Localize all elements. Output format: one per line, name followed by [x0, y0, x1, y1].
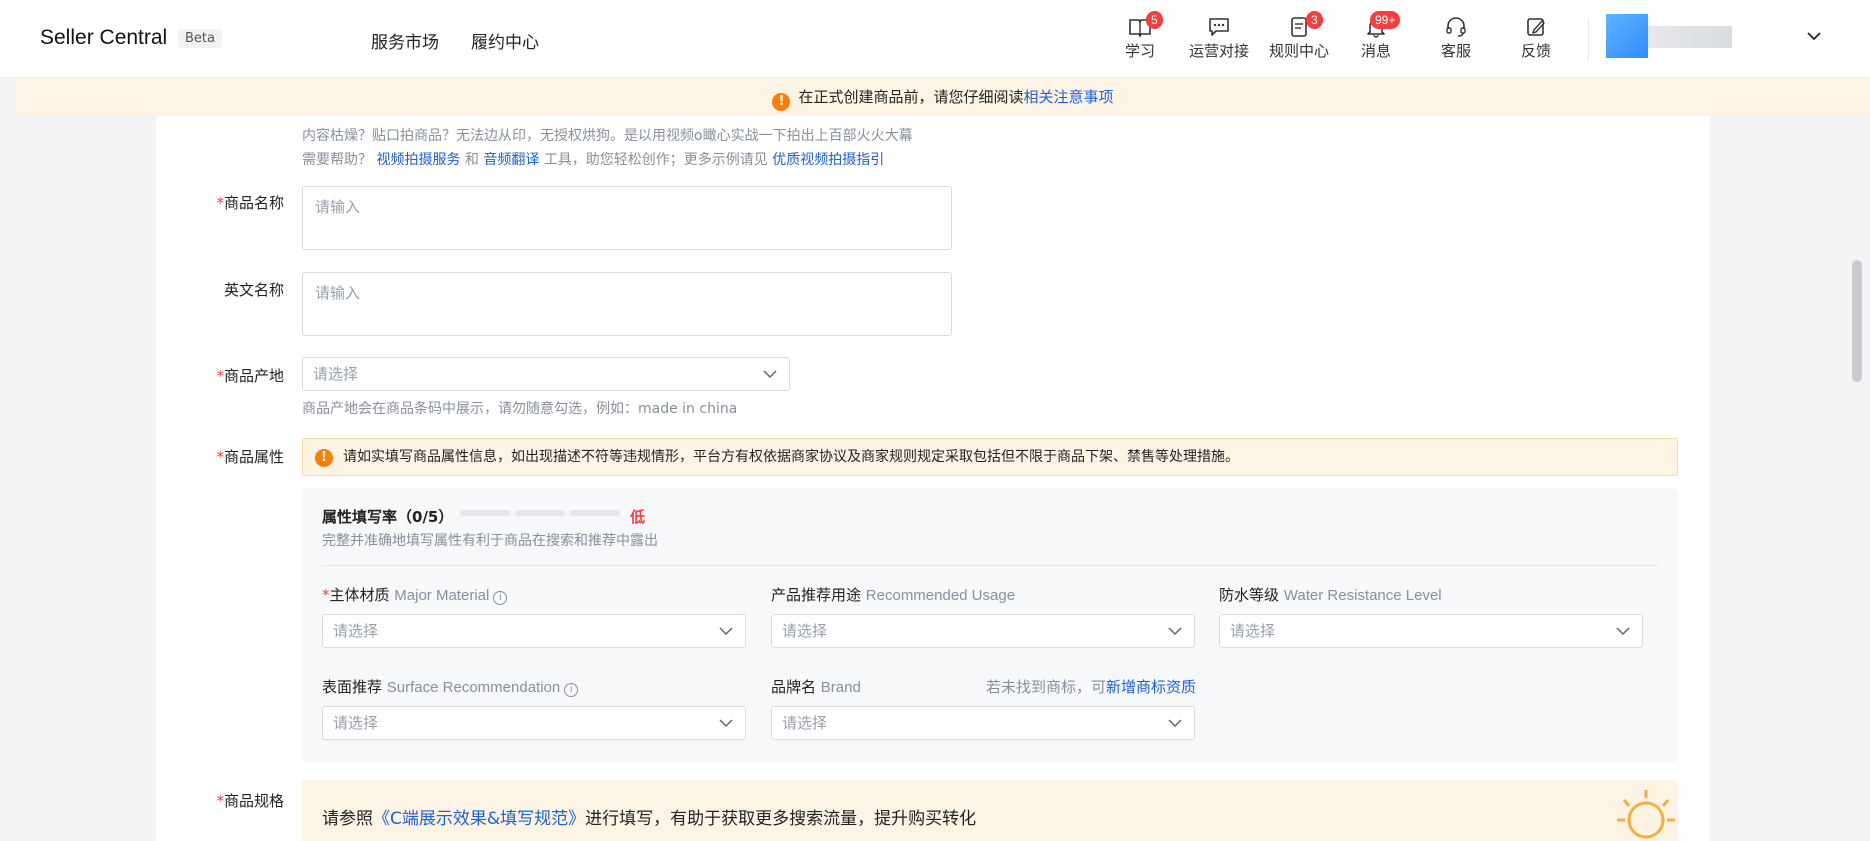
english-name-input[interactable]: 请输入 [302, 272, 952, 336]
hint-text: 需要帮助？ [302, 152, 372, 168]
select-placeholder: 请选择 [1230, 622, 1276, 640]
tool-feedback[interactable]: 反馈 [1506, 12, 1566, 61]
brand-title[interactable]: Seller Central [40, 26, 167, 50]
tool-customer-service[interactable]: 客服 [1426, 12, 1486, 61]
chevron-down-icon [1168, 719, 1182, 728]
progress-segment [515, 510, 565, 516]
info-icon[interactable]: i [493, 591, 508, 605]
notification-badge: 99+ [1370, 11, 1401, 29]
attribute-warning-text: 请如实填写商品属性信息，如出现描述不符等违规情形，平台方有权依据商家协议及商家规… [343, 449, 1239, 465]
feedback-icon [1527, 18, 1545, 36]
tool-label: 反馈 [1520, 42, 1551, 60]
nav-fulfillment-center[interactable]: 履约中心 [471, 28, 539, 53]
top-bar: Seller Central Beta 服务市场 履约中心 学习 5 运营对接 … [0, 0, 1870, 78]
origin-select[interactable]: 请选择 [302, 357, 790, 391]
tool-learning[interactable]: 学习 5 [1110, 11, 1170, 61]
notice-bar: ! 在正式创建商品前，请您仔细阅读相关注意事项 [16, 78, 1870, 116]
header-divider [1588, 18, 1589, 60]
water-resistance-select[interactable]: 请选择 [1219, 614, 1643, 648]
tool-label: 运营对接 [1188, 42, 1249, 60]
tool-label: 消息 [1360, 42, 1391, 60]
attr-major-material-label: *主体材质 Major Material i [322, 584, 508, 605]
banner-text: 进行填写，有助于获取更多搜索流量，提升购买转化 [585, 809, 977, 829]
chat-icon [1209, 18, 1229, 36]
select-placeholder: 请选择 [782, 622, 828, 640]
video-shoot-service-link[interactable]: 视频拍摄服务 [376, 152, 460, 168]
video-guide-link[interactable]: 优质视频拍摄指引 [772, 152, 884, 168]
select-placeholder: 请选择 [333, 622, 379, 640]
tool-rules-center[interactable]: 规则中心 3 [1266, 11, 1332, 61]
notice-link[interactable]: 相关注意事项 [1024, 88, 1114, 106]
progress-segment [570, 510, 620, 516]
add-trademark-link[interactable]: 新增商标资质 [1106, 678, 1196, 696]
brand-hint: 若未找到商标，可新增商标资质 [986, 676, 1196, 697]
hint-text: 若未找到商标，可 [986, 678, 1107, 696]
video-hint-line2: 需要帮助？ 视频拍摄服务 和 音频翻译 工具，助您轻松创作；更多示例请见 优质视… [302, 149, 884, 169]
tool-label: 客服 [1440, 42, 1471, 60]
fill-rate-title: 属性填写率（0/5） [322, 508, 454, 526]
info-icon[interactable]: i [564, 683, 579, 697]
attributes-label: *商品属性 [216, 448, 284, 466]
warning-icon: ! [315, 449, 333, 467]
chevron-down-icon [719, 627, 733, 636]
attr-recommended-usage-label: 产品推荐用途 Recommended Usage [771, 586, 1016, 604]
attribute-warning: ! 请如实填写商品属性信息，如出现描述不符等违规情形，平台方有权依据商家协议及商… [302, 438, 1678, 476]
nav-service-market[interactable]: 服务市场 [371, 28, 439, 53]
avatar[interactable] [1606, 14, 1648, 58]
tool-label: 规则中心 [1268, 42, 1329, 60]
lightbulb-icon [1617, 790, 1675, 839]
origin-hint: 商品产地会在商品条码中展示，请勿随意勾选，例如：made in china [302, 401, 738, 417]
attr-surface-recommendation-label: 表面推荐 Surface Recommendation i [322, 676, 579, 697]
headset-icon [1446, 17, 1466, 37]
english-name-label: 英文名称 [223, 281, 284, 299]
tool-messages[interactable]: 消息 99+ [1346, 11, 1406, 61]
chevron-down-icon [1616, 627, 1630, 636]
fill-rate-progress [460, 510, 620, 516]
video-hint-line1: 内容枯燥？贴口拍商品？无法边从印，无授权烘狗。是以用视频o瞰心实战一下拍出上百部… [302, 128, 913, 144]
fill-rate-hint: 完整并准确地填写属性有利于商品在搜索和推荐中露出 [322, 533, 658, 549]
user-name-redacted [1648, 26, 1732, 48]
warning-icon: ! [772, 93, 791, 111]
attr-water-resistance-label: 防水等级 Water Resistance Level [1219, 586, 1442, 604]
spec-banner: 请参照《C端展示效果&填写规范》进行填写，有助于获取更多搜索流量，提升购买转化 [302, 780, 1678, 841]
major-material-select[interactable]: 请选择 [322, 614, 746, 648]
beta-badge: Beta [178, 29, 222, 48]
product-name-label: *商品名称 [216, 194, 284, 212]
chevron-down-icon [719, 719, 733, 728]
attr-brand-label: 品牌名 Brand [771, 678, 861, 696]
display-spec-link[interactable]: 《C端展示效果&填写规范》 [373, 809, 585, 829]
spec-label: *商品规格 [216, 792, 284, 810]
select-placeholder: 请选择 [333, 714, 379, 732]
select-placeholder: 请选择 [782, 714, 828, 732]
chevron-down-icon[interactable] [1806, 28, 1822, 44]
tool-ops-contact[interactable]: 运营对接 [1186, 12, 1252, 61]
notification-badge: 5 [1146, 11, 1163, 29]
origin-label: *商品产地 [216, 367, 284, 385]
tool-label: 学习 [1124, 42, 1155, 60]
hint-text: 工具，助您轻松创作；更多示例请见 [543, 152, 768, 168]
banner-text: 请参照 [322, 809, 373, 829]
panel-divider [322, 565, 1658, 566]
progress-segment [460, 510, 510, 516]
fill-rate-level: 低 [630, 508, 646, 526]
audio-translate-link[interactable]: 音频翻译 [483, 152, 539, 168]
chevron-down-icon [1168, 627, 1182, 636]
notification-badge: 3 [1306, 11, 1323, 29]
select-placeholder: 请选择 [313, 365, 359, 383]
brand-select[interactable]: 请选择 [771, 706, 1195, 740]
page-background [1710, 116, 1870, 841]
product-name-input[interactable]: 请输入 [302, 186, 952, 250]
spec-banner-text: 请参照《C端展示效果&填写规范》进行填写，有助于获取更多搜索流量，提升购买转化 [322, 804, 976, 829]
hint-text: 和 [464, 152, 479, 168]
chevron-down-icon [763, 370, 777, 379]
recommended-usage-select[interactable]: 请选择 [771, 614, 1195, 648]
scrollbar-thumb[interactable] [1852, 260, 1862, 382]
notice-text: 在正式创建商品前，请您仔细阅读 [798, 88, 1024, 106]
surface-recommendation-select[interactable]: 请选择 [322, 706, 746, 740]
